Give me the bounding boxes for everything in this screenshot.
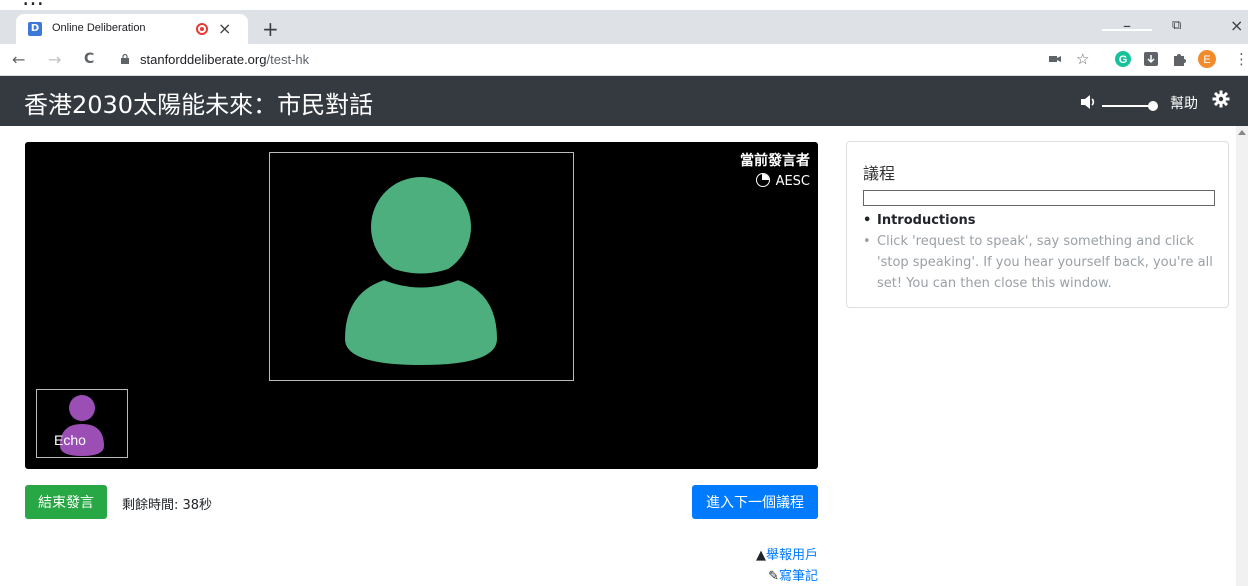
timer-icon xyxy=(755,173,770,187)
participant-name: Echo xyxy=(54,432,86,448)
page-title: 香港2030太陽能未來：市民對話 xyxy=(24,91,374,119)
agenda-item-introductions: Introductions xyxy=(863,210,1215,231)
help-link[interactable]: 幫助 xyxy=(1170,93,1198,113)
window-close-button[interactable]: × xyxy=(1230,16,1243,35)
extensions-puzzle-icon[interactable] xyxy=(1170,50,1188,68)
speaker-icon[interactable] xyxy=(1080,94,1098,110)
current-speaker-label: 當前發言者 xyxy=(740,153,810,169)
report-user-link[interactable]: ▲舉報用戶 xyxy=(756,544,818,563)
back-button[interactable]: ← xyxy=(12,50,25,69)
agenda-card: 議程 Introductions Click 'request to speak… xyxy=(846,141,1229,308)
pencil-icon: ✎ xyxy=(768,569,779,584)
browser-menu-icon[interactable]: ⋮ xyxy=(1234,50,1248,68)
end-speaking-button[interactable]: 結束發言 xyxy=(25,485,107,519)
agenda-list: Introductions Click 'request to speak', … xyxy=(863,210,1215,294)
write-notes-link[interactable]: ✎寫筆記 xyxy=(768,565,818,584)
browser-tab[interactable]: D Online Deliberation × xyxy=(16,14,248,44)
current-speaker-name: AESC xyxy=(755,173,810,189)
download-extension-icon[interactable] xyxy=(1142,50,1160,68)
agenda-progress-bar xyxy=(863,190,1215,206)
recording-icon xyxy=(196,23,208,35)
site-favicon-icon: D xyxy=(28,22,42,36)
profile-avatar[interactable]: E xyxy=(1198,50,1216,68)
address-bar: ← → C stanforddeliberate.org/test-hk ☆ G… xyxy=(0,44,1248,76)
svg-text:E: E xyxy=(1203,54,1210,66)
agenda-title: 議程 xyxy=(863,164,896,183)
video-panel: 當前發言者 AESC Echo xyxy=(25,142,818,469)
grammarly-extension-icon[interactable]: G xyxy=(1114,50,1132,68)
main-speaker-video xyxy=(269,152,574,381)
main-avatar-icon xyxy=(345,177,497,365)
forward-button[interactable]: → xyxy=(48,50,61,69)
svg-text:G: G xyxy=(1119,54,1128,66)
browser-tabbar: D Online Deliberation × + – ⧉ × xyxy=(0,10,1248,44)
reload-button[interactable]: C xyxy=(84,51,94,67)
app-header: 香港2030太陽能未來：市民對話 幫助 xyxy=(0,29,1248,126)
remaining-time-text: 剩餘時間: 38秒 xyxy=(122,498,213,513)
volume-slider-track[interactable] xyxy=(1102,29,1152,31)
tab-close-icon[interactable]: × xyxy=(218,19,231,38)
bookmark-star-icon[interactable]: ☆ xyxy=(1076,50,1089,68)
scroll-up-arrow-icon[interactable] xyxy=(1238,130,1246,135)
url-text[interactable]: stanforddeliberate.org/test-hk xyxy=(140,52,309,67)
page-scrollbar[interactable] xyxy=(1236,126,1248,586)
gear-icon[interactable] xyxy=(1212,90,1230,108)
warning-icon: ▲ xyxy=(755,548,766,563)
volume-slider-track[interactable] xyxy=(1102,105,1152,107)
agenda-item-instructions: Click 'request to speak', say something … xyxy=(863,231,1215,294)
camera-icon[interactable] xyxy=(1048,52,1062,66)
next-agenda-button[interactable]: 進入下一個議程 xyxy=(692,485,818,519)
tab-title: Online Deliberation xyxy=(52,22,146,34)
new-tab-button[interactable]: + xyxy=(262,17,279,41)
volume-slider-knob[interactable] xyxy=(1148,101,1158,111)
lock-icon xyxy=(121,54,129,64)
minimize-button[interactable]: – xyxy=(1123,16,1131,35)
restore-button[interactable]: ⧉ xyxy=(1172,18,1181,33)
cropped-caption: … xyxy=(0,0,1248,10)
